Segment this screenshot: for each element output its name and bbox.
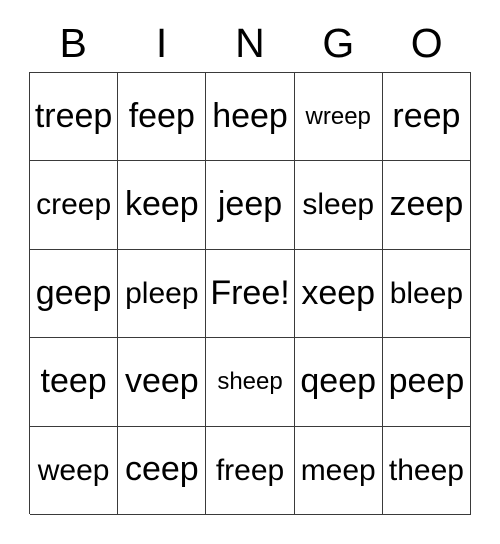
bingo-header-letter: B — [59, 20, 87, 66]
bingo-cell[interactable]: pleep — [118, 249, 207, 339]
bingo-cell-label: reep — [392, 96, 461, 135]
bingo-grid: treep feep heep wreep reep creep keep je… — [29, 72, 472, 515]
bingo-cell[interactable]: theep — [382, 426, 472, 515]
bingo-cell[interactable]: freep — [206, 426, 295, 515]
bingo-row: treep feep heep wreep reep — [30, 73, 472, 162]
bingo-header-row: B I N G O — [29, 0, 471, 72]
bingo-cell[interactable]: sleep — [294, 161, 383, 250]
bingo-header-letter: N — [235, 20, 265, 66]
bingo-header-letter: O — [410, 20, 443, 66]
bingo-card: B I N G O treep feep heep wreep reep cre… — [29, 0, 472, 515]
bingo-cell[interactable]: veep — [118, 338, 207, 427]
bingo-row: geep pleep Free! xeep bleep — [30, 249, 472, 339]
bingo-free-space-label: Free! — [210, 273, 290, 312]
bingo-cell[interactable]: keep — [118, 161, 207, 250]
bingo-cell-label: sheep — [217, 368, 283, 396]
bingo-cell-label: zeep — [389, 185, 464, 224]
bingo-cell-label: keep — [124, 185, 199, 224]
bingo-cell-label: wreep — [305, 103, 371, 131]
bingo-header-cell-g: G — [294, 0, 382, 72]
bingo-cell[interactable]: jeep — [206, 161, 295, 250]
bingo-cell-label: weep — [37, 453, 110, 487]
bingo-cell-label: peep — [388, 362, 465, 401]
bingo-cell[interactable]: wreep — [294, 73, 383, 162]
bingo-cell-label: sleep — [302, 188, 375, 222]
bingo-cell[interactable]: xeep — [294, 249, 383, 339]
bingo-cell[interactable]: teep — [30, 338, 119, 427]
bingo-header-cell-i: I — [117, 0, 205, 72]
bingo-cell[interactable]: heep — [206, 73, 295, 162]
bingo-cell-label: creep — [36, 188, 112, 222]
bingo-cell[interactable]: creep — [30, 161, 119, 250]
bingo-cell[interactable]: zeep — [382, 161, 472, 250]
bingo-cell-label: veep — [124, 362, 199, 401]
bingo-cell[interactable]: feep — [118, 73, 207, 162]
bingo-cell[interactable]: qeep — [294, 338, 383, 427]
bingo-header-letter: G — [322, 20, 355, 66]
bingo-cell-label: geep — [35, 273, 112, 312]
bingo-cell-free-space[interactable]: Free! — [206, 249, 295, 339]
bingo-cell[interactable]: reep — [382, 73, 472, 162]
bingo-cell-label: treep — [34, 96, 113, 135]
bingo-cell[interactable]: weep — [30, 426, 119, 515]
bingo-header-cell-o: O — [383, 0, 471, 72]
bingo-header-cell-n: N — [206, 0, 294, 72]
bingo-cell-label: theep — [388, 453, 464, 487]
bingo-cell[interactable]: geep — [30, 249, 119, 339]
bingo-row: weep ceep freep meep theep — [30, 426, 472, 515]
bingo-cell-label: teep — [40, 362, 107, 401]
bingo-cell-label: pleep — [125, 276, 199, 310]
bingo-cell-label: freep — [215, 453, 285, 487]
bingo-row: creep keep jeep sleep zeep — [30, 161, 472, 250]
bingo-cell-label: meep — [300, 453, 376, 487]
bingo-cell[interactable]: peep — [382, 338, 472, 427]
bingo-cell-label: jeep — [217, 185, 283, 224]
bingo-cell-label: qeep — [300, 362, 377, 401]
bingo-cell-label: heep — [212, 96, 288, 135]
bingo-cell[interactable]: bleep — [382, 249, 472, 339]
bingo-cell[interactable]: sheep — [206, 338, 295, 427]
bingo-cell[interactable]: ceep — [118, 426, 207, 515]
bingo-cell-label: feep — [128, 96, 195, 135]
bingo-header-letter: I — [155, 20, 168, 66]
bingo-cell-label: ceep — [124, 450, 199, 489]
bingo-row: teep veep sheep qeep peep — [30, 338, 472, 427]
bingo-cell-label: bleep — [389, 276, 464, 310]
bingo-cell[interactable]: treep — [30, 73, 119, 162]
bingo-cell-label: xeep — [301, 273, 376, 312]
bingo-header-cell-b: B — [29, 0, 117, 72]
bingo-cell[interactable]: meep — [294, 426, 383, 515]
